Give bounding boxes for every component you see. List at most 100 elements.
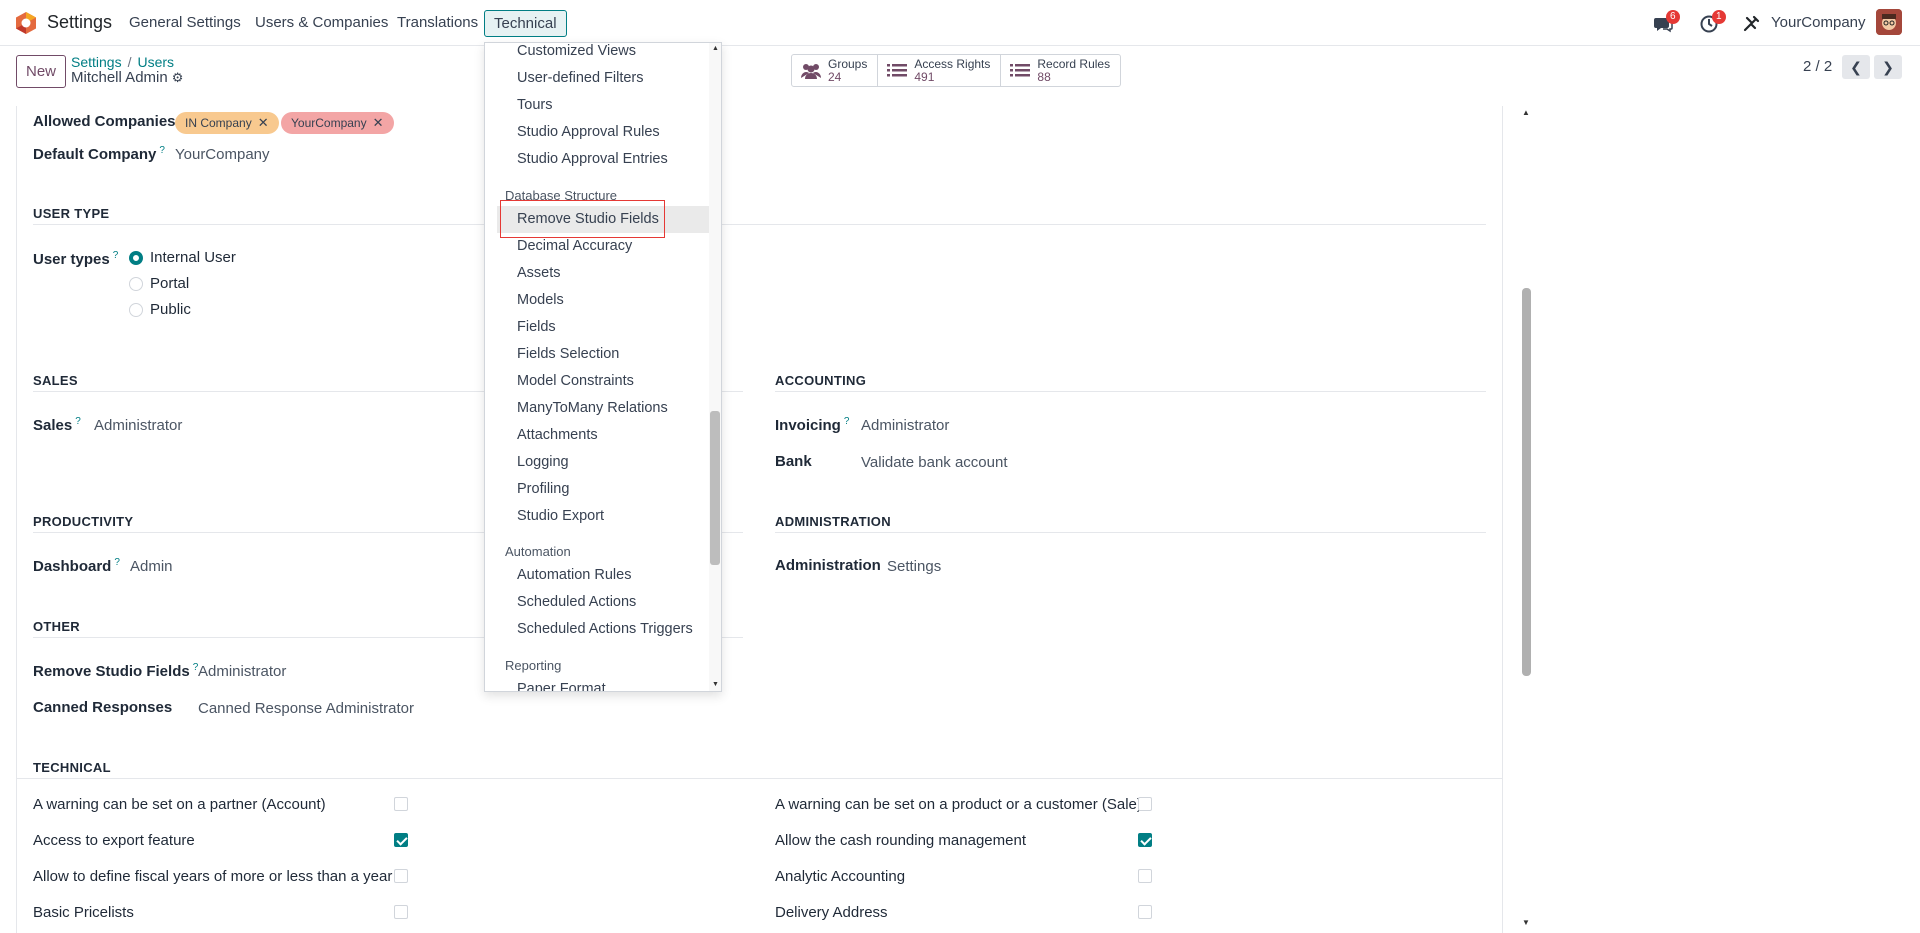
radio-portal-label[interactable]: Portal [150, 275, 189, 292]
radio-public-label[interactable]: Public [150, 301, 191, 318]
menu-scrollbar[interactable] [709, 43, 721, 691]
section-sales: SALES [33, 373, 78, 388]
pager-previous-button[interactable]: ❮ [1842, 55, 1870, 79]
pager-value[interactable]: 2 / 2 [1803, 58, 1832, 75]
bank-field[interactable]: Validate bank account [861, 454, 1008, 471]
menu-item-fields-selection[interactable]: Fields Selection [517, 346, 619, 362]
radio-internal-user-label[interactable]: Internal User [150, 249, 236, 266]
messages-count-badge: 6 [1666, 10, 1680, 24]
radio-internal-user[interactable] [129, 251, 143, 265]
sales-field[interactable]: Administrator [94, 417, 182, 434]
menu-users-companies[interactable]: Users & Companies [255, 14, 388, 31]
pager-next-button[interactable]: ❯ [1874, 55, 1902, 79]
record-rules-smart-button[interactable]: Record Rules 88 [1001, 55, 1120, 86]
menu-item-scheduled-actions[interactable]: Scheduled Actions [517, 594, 636, 610]
menu-scroll-down-icon[interactable]: ▼ [712, 681, 719, 688]
users-group-icon [801, 63, 821, 79]
section-productivity: PRODUCTIVITY [33, 514, 134, 529]
default-company-field[interactable]: YourCompany [175, 146, 270, 163]
menu-item-decimal-accuracy[interactable]: Decimal Accuracy [517, 238, 632, 254]
groups-smart-button[interactable]: Groups 24 [792, 55, 879, 86]
menu-technical[interactable]: Technical [484, 10, 567, 37]
menu-scrollbar-thumb[interactable] [710, 411, 720, 565]
menu-item-paper-format[interactable]: Paper Format [517, 681, 606, 691]
section-divider [16, 778, 1503, 779]
technical-setting-checkbox[interactable] [394, 833, 408, 847]
company-tag: IN Company ✕ [175, 112, 279, 134]
invoicing-field[interactable]: Administrator [861, 417, 949, 434]
menu-general-settings[interactable]: General Settings [129, 14, 241, 31]
remove-studio-fields-label: Remove Studio Fields? [33, 662, 199, 680]
menu-item-customized-views[interactable]: Customized Views [517, 43, 636, 59]
technical-setting-label: Basic Pricelists [33, 904, 134, 921]
scroll-up-arrow-icon[interactable]: ▲ [1522, 108, 1530, 117]
menu-item-scheduled-actions-triggers[interactable]: Scheduled Actions Triggers [517, 621, 693, 637]
technical-setting-label: Allow the cash rounding management [775, 832, 1026, 849]
technical-setting-label: Analytic Accounting [775, 868, 906, 885]
company-switcher[interactable]: YourCompany [1771, 14, 1866, 31]
technical-setting-checkbox[interactable] [1138, 905, 1152, 919]
company-tag-label: IN Company [185, 116, 252, 130]
technical-setting-checkbox[interactable] [1138, 833, 1152, 847]
menu-item-models[interactable]: Models [517, 292, 564, 308]
technical-setting-label: Delivery Address [775, 904, 888, 921]
technical-setting-checkbox[interactable] [394, 869, 408, 883]
radio-portal[interactable] [129, 277, 143, 291]
menu-item-studio-approval-rules[interactable]: Studio Approval Rules [517, 124, 660, 140]
menu-scroll-up-icon[interactable]: ▲ [712, 45, 719, 52]
bank-label: Bank [775, 453, 812, 470]
section-divider [775, 391, 1486, 392]
canned-responses-field[interactable]: Canned Response Administrator [198, 700, 414, 717]
technical-setting-checkbox[interactable] [394, 905, 408, 919]
breadcrumb-settings[interactable]: Settings [71, 54, 122, 70]
menu-item-studio-export[interactable]: Studio Export [517, 508, 604, 524]
user-avatar[interactable] [1876, 9, 1902, 35]
chevron-left-icon: ❮ [1850, 59, 1862, 75]
menu-item-attachments[interactable]: Attachments [517, 427, 598, 443]
menu-item-tours[interactable]: Tours [517, 97, 552, 113]
technical-setting-checkbox[interactable] [394, 797, 408, 811]
technical-setting-checkbox[interactable] [1138, 797, 1152, 811]
radio-public[interactable] [129, 303, 143, 317]
new-record-button[interactable]: New [16, 55, 66, 88]
menu-item-manytomany-relations[interactable]: ManyToMany Relations [517, 400, 668, 416]
administration-label: Administration [775, 557, 881, 574]
canned-responses-label: Canned Responses [33, 699, 173, 716]
top-navbar: Settings General Settings Users & Compan… [0, 0, 1920, 46]
remove-studio-fields-field[interactable]: Administrator [198, 663, 286, 680]
menu-item-model-constraints[interactable]: Model Constraints [517, 373, 634, 389]
company-tag-label: YourCompany [291, 116, 367, 130]
settings-app-icon[interactable] [14, 11, 38, 35]
technical-setting-checkbox[interactable] [1138, 869, 1152, 883]
list-icon [887, 63, 908, 76]
section-other: OTHER [33, 619, 80, 634]
menu-item-studio-approval-entries[interactable]: Studio Approval Entries [517, 151, 668, 167]
gear-icon[interactable]: ⚙ [172, 70, 184, 86]
sales-label: Sales? [33, 416, 81, 434]
app-title[interactable]: Settings [47, 12, 112, 33]
technical-setting-label: A warning can be set on a partner (Accou… [33, 796, 326, 813]
menu-item-automation-rules[interactable]: Automation Rules [517, 567, 631, 583]
menu-item-assets[interactable]: Assets [517, 265, 561, 281]
remove-tag-icon[interactable]: ✕ [258, 115, 269, 130]
menu-translations[interactable]: Translations [397, 14, 478, 31]
menu-item-logging[interactable]: Logging [517, 454, 569, 470]
menu-header-automation: Automation [505, 544, 571, 559]
breadcrumb-users[interactable]: Users [137, 54, 174, 70]
page-scrollbar-thumb[interactable] [1522, 288, 1531, 676]
record-title: Mitchell Admin ⚙ [71, 69, 183, 86]
remove-tag-icon[interactable]: ✕ [373, 115, 384, 130]
menu-item-user-defined-filters[interactable]: User-defined Filters [517, 70, 644, 86]
debug-tools-icon[interactable] [1741, 14, 1761, 34]
groups-count: 24 [828, 69, 842, 84]
menu-item-fields[interactable]: Fields [517, 319, 556, 335]
administration-field[interactable]: Settings [887, 558, 941, 575]
highlight-annotation-box [500, 200, 665, 238]
section-administration: ADMINISTRATION [775, 514, 891, 529]
access-rights-smart-button[interactable]: Access Rights 491 [878, 55, 1002, 86]
menu-item-profiling[interactable]: Profiling [517, 481, 569, 497]
section-divider [775, 532, 1486, 533]
dashboard-field[interactable]: Admin [130, 558, 173, 575]
scroll-down-arrow-icon[interactable]: ▼ [1522, 918, 1530, 927]
menu-header-reporting: Reporting [505, 658, 562, 673]
